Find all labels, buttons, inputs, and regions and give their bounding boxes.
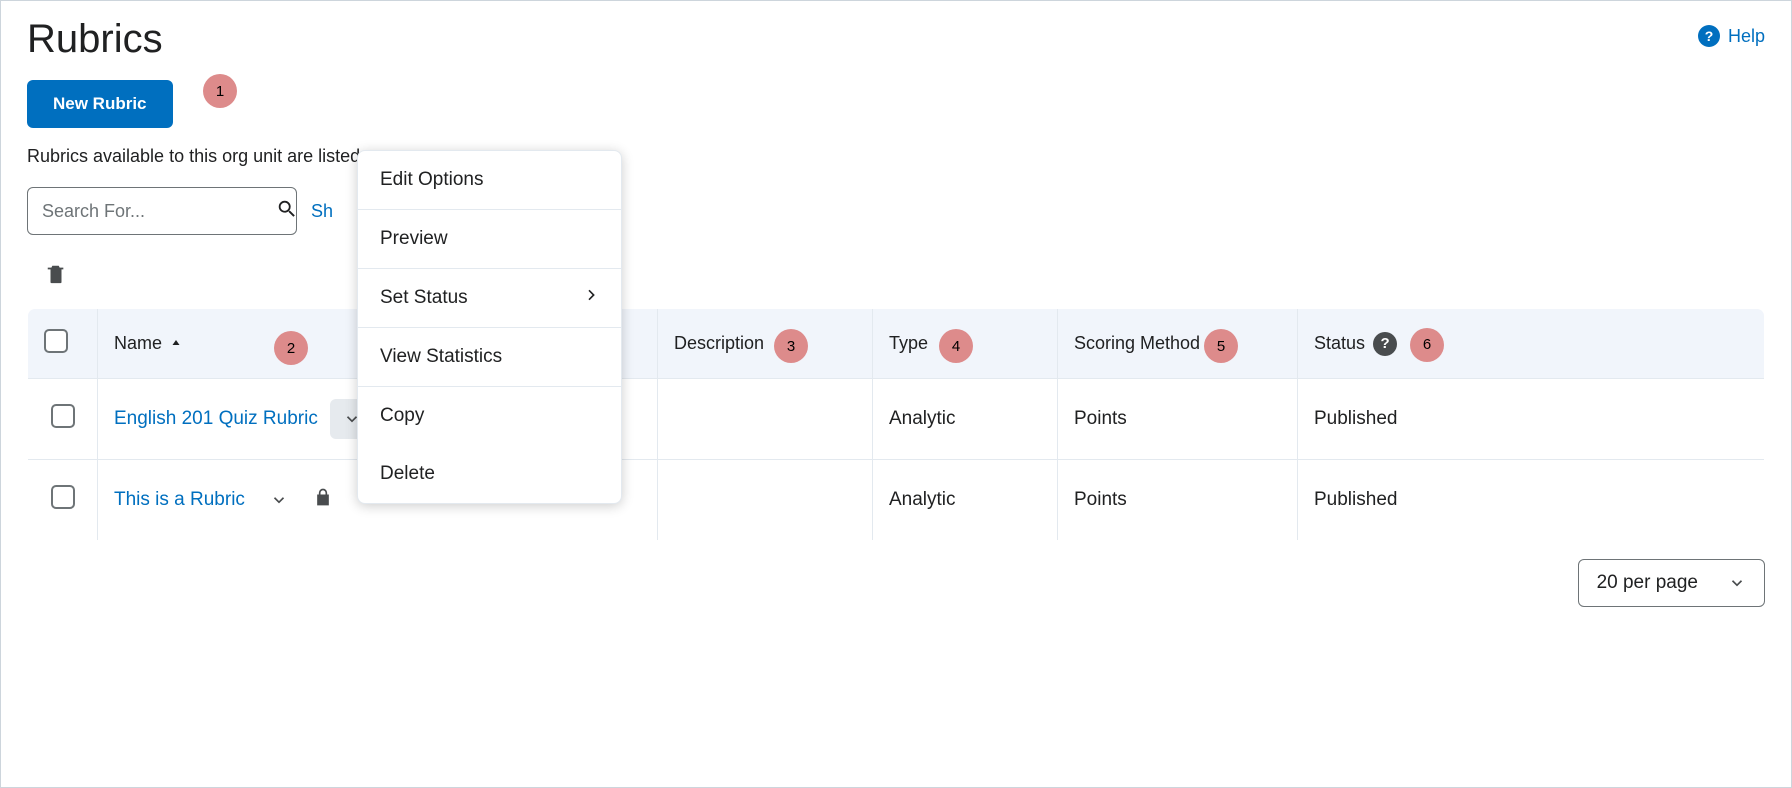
annotation-6: 6	[1410, 328, 1444, 362]
cell-scoring: Points	[1058, 460, 1298, 541]
annotation-3: 3	[774, 329, 808, 363]
menu-delete[interactable]: Delete	[358, 445, 621, 503]
help-link[interactable]: ? Help	[1698, 25, 1765, 47]
column-type: Type 4	[873, 309, 1058, 379]
rubric-actions-dropdown: Edit Options Preview Set Status View Sta…	[357, 150, 622, 504]
select-all-checkbox[interactable]	[44, 329, 68, 353]
chevron-down-icon	[270, 491, 288, 509]
cell-type: Analytic	[873, 379, 1058, 460]
annotation-5: 5	[1204, 329, 1238, 363]
search-input-wrapper[interactable]	[27, 187, 297, 235]
page-title: Rubrics	[27, 17, 163, 62]
rubric-name-link[interactable]: This is a Rubric	[114, 489, 245, 511]
sort-asc-icon	[170, 333, 182, 354]
chevron-down-icon	[1728, 574, 1746, 592]
lock-icon	[313, 485, 333, 515]
column-description: Description 3	[658, 309, 873, 379]
column-status: Status ? 6	[1298, 309, 1765, 379]
column-select-all	[28, 309, 98, 379]
annotation-2: 2	[274, 331, 308, 365]
row-checkbox[interactable]	[51, 404, 75, 428]
cell-scoring: Points	[1058, 379, 1298, 460]
delete-icon[interactable]	[45, 274, 67, 291]
annotation-4: 4	[939, 329, 973, 363]
cell-type: Analytic	[873, 460, 1058, 541]
search-input[interactable]	[40, 200, 276, 223]
cell-status: Published	[1298, 460, 1765, 541]
menu-view-statistics[interactable]: View Statistics	[358, 327, 621, 386]
org-unit-description: Rubrics available to this org unit are l…	[27, 146, 1765, 167]
rubric-name-link[interactable]: English 201 Quiz Rubric	[114, 408, 318, 430]
table-row: English 201 Quiz Rubric Analytic Points …	[28, 379, 1765, 460]
menu-copy[interactable]: Copy	[358, 386, 621, 445]
cell-status: Published	[1298, 379, 1765, 460]
cell-description	[658, 460, 873, 541]
show-search-options-partial[interactable]: Sh	[311, 201, 333, 222]
rubrics-table: Name 2 Description 3 Type 4	[27, 308, 1765, 541]
column-scoring-method: Scoring Method 5	[1058, 309, 1298, 379]
new-rubric-button[interactable]: New Rubric	[27, 80, 173, 128]
menu-set-status[interactable]: Set Status	[358, 268, 621, 327]
menu-edit-options[interactable]: Edit Options	[358, 151, 621, 209]
help-label: Help	[1728, 26, 1765, 47]
rubrics-page: Rubrics ? Help New Rubric 1 Edit Options…	[1, 1, 1791, 627]
help-icon: ?	[1698, 25, 1720, 47]
cell-description	[658, 379, 873, 460]
row-checkbox[interactable]	[51, 485, 75, 509]
menu-preview[interactable]: Preview	[358, 209, 621, 268]
annotation-1: 1	[203, 74, 237, 108]
row-actions-dropdown-button[interactable]	[257, 480, 301, 520]
page-size-select[interactable]: 20 per page	[1578, 559, 1765, 607]
chevron-right-icon	[583, 287, 599, 309]
status-help-icon[interactable]: ?	[1373, 332, 1397, 356]
search-icon[interactable]	[276, 198, 298, 225]
table-row: This is a Rubric Analytic Points Publish…	[28, 460, 1765, 541]
